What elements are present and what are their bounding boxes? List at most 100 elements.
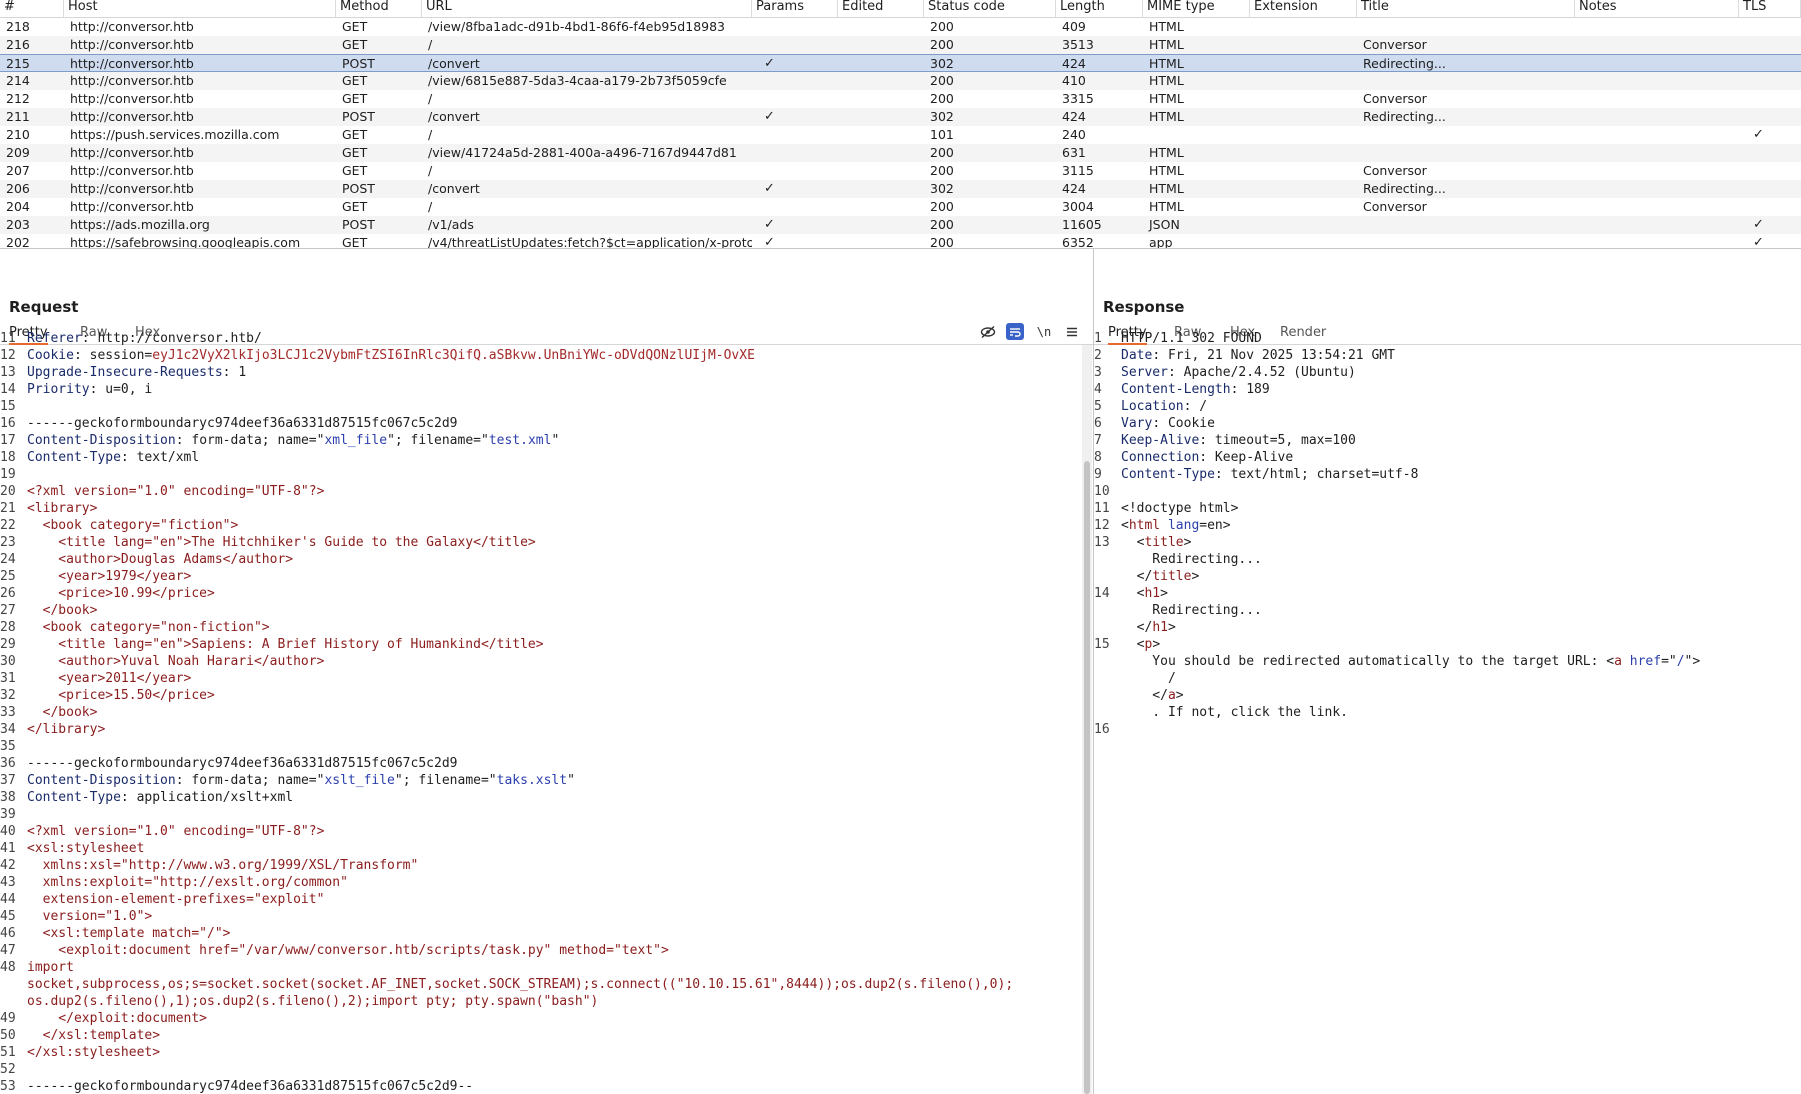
column-header-2[interactable]: Method xyxy=(336,0,422,17)
code-line: socket,subprocess,os;s=socket.socket(soc… xyxy=(27,976,1013,993)
code-token: Priority xyxy=(27,382,90,397)
line-number: 3 xyxy=(1094,365,1102,380)
table-row[interactable]: 216 http://conversor.htb GET / 200 3513 HTML Co… xyxy=(0,36,1801,54)
cell-method: GET xyxy=(342,235,368,249)
request-scrollbar-thumb[interactable] xyxy=(1084,461,1090,1094)
column-header-7[interactable]: Length xyxy=(1056,0,1143,17)
code-line: extension-element-prefixes="exploit" xyxy=(27,891,325,908)
line-number: 15 xyxy=(0,399,16,414)
cell-status: 302 xyxy=(930,56,954,71)
cell-mime: HTML xyxy=(1149,199,1184,214)
table-row[interactable]: 209 http://conversor.htb GET/view/41724a5d… xyxy=(0,144,1801,162)
column-header-4[interactable]: Params xyxy=(752,0,838,17)
cell-status: 200 xyxy=(930,19,954,34)
table-row[interactable]: 215 http://conversor.htb POST/convert ✓ 302 4… xyxy=(0,54,1801,72)
code-line: Referer: http://conversor.htb/ xyxy=(27,330,262,347)
cell-tls: ✓ xyxy=(1753,235,1764,249)
cell-status: 200 xyxy=(930,91,954,106)
line-number xyxy=(0,976,20,993)
code-token: <?xml version="1.0" encoding="UTF-8"?> xyxy=(27,484,325,499)
code-token: title xyxy=(1144,535,1184,550)
cell-mime: HTML xyxy=(1149,163,1184,178)
table-row[interactable]: 214 http://conversor.htb GET/view/6815e887… xyxy=(0,72,1801,90)
code-token: </ xyxy=(1121,620,1153,635)
code-token: title xyxy=(1152,569,1192,584)
code-line: Location: / xyxy=(1121,398,1207,415)
code-line: <xsl:stylesheet xyxy=(27,840,144,857)
cell-num: 216 xyxy=(6,37,30,52)
cell-num: 214 xyxy=(6,73,30,88)
code-line: <!doctype html> xyxy=(1121,500,1238,517)
code-line: <h1> xyxy=(1121,585,1168,602)
column-header-11[interactable]: Notes xyxy=(1575,0,1739,17)
line-number: 43 xyxy=(0,875,16,890)
cell-url: /v1/ads xyxy=(428,217,474,232)
line-number: 6 xyxy=(1094,416,1102,431)
code-token: =" xyxy=(1661,654,1677,669)
cell-host: http://conversor.htb xyxy=(70,145,194,160)
column-header-0[interactable]: # xyxy=(0,0,64,17)
column-header-9[interactable]: Extension xyxy=(1250,0,1357,17)
code-line: Content-Disposition: form-data; name="xm… xyxy=(27,432,559,449)
table-row[interactable]: 212 http://conversor.htb GET / 200 3315 HTML Co… xyxy=(0,90,1801,108)
column-header-3[interactable]: URL xyxy=(422,0,752,17)
code-token: <book category="non-fiction"> xyxy=(27,620,270,635)
cell-params xyxy=(758,18,844,36)
code-token: version="1.0"> xyxy=(27,909,153,924)
line-number: 16 xyxy=(1094,722,1110,737)
line-number xyxy=(1094,551,1114,568)
column-header-8[interactable]: MIME type xyxy=(1143,0,1250,17)
code-line: <book category="non-fiction"> xyxy=(27,619,270,636)
code-token: h1 xyxy=(1152,620,1168,635)
code-line: Redirecting... xyxy=(1121,551,1262,568)
code-token: <!doctype html> xyxy=(1121,501,1239,516)
table-row[interactable]: 203 https://ads.mozilla.org POST/v1/ads ✓ 20… xyxy=(0,216,1801,234)
cell-status: 200 xyxy=(930,37,954,52)
request-editor[interactable]: 11 Referer: http://conversor.htb/12 Cookie… xyxy=(0,324,1080,1094)
cell-title: Conversor xyxy=(1363,199,1427,214)
cell-mime: app xyxy=(1149,235,1173,249)
cell-params xyxy=(758,126,844,144)
table-row[interactable]: 210 https://push.services.mozilla.com GET /… xyxy=(0,126,1801,144)
cell-method: POST xyxy=(342,181,375,196)
code-line: ------geckoformboundaryc974deef36a6331d8… xyxy=(27,415,457,432)
cell-mime: HTML xyxy=(1149,181,1184,196)
table-row[interactable]: 218 http://conversor.htb GET/view/8fba1adc… xyxy=(0,18,1801,36)
line-number xyxy=(0,993,20,1010)
cell-length: 240 xyxy=(1062,127,1086,142)
line-number: 15 xyxy=(1094,637,1110,652)
table-row[interactable]: 211 http://conversor.htb POST/convert ✓ 302 4… xyxy=(0,108,1801,126)
code-line: <html lang=en> xyxy=(1121,517,1231,534)
request-scrollbar[interactable] xyxy=(1082,345,1092,1094)
code-token: xml_file xyxy=(324,433,388,448)
column-header-5[interactable]: Edited xyxy=(838,0,924,17)
line-number: 31 xyxy=(0,671,16,686)
column-header-10[interactable]: Title xyxy=(1357,0,1575,17)
code-line: <author>Douglas Adams</author> xyxy=(27,551,293,568)
cell-params xyxy=(758,144,844,162)
code-line: Content-Type: application/xslt+xml xyxy=(27,789,293,806)
table-row[interactable]: 204 http://conversor.htb GET / 200 3004 HTML Co… xyxy=(0,198,1801,216)
column-header-12[interactable]: TLS xyxy=(1739,0,1801,17)
line-number: 32 xyxy=(0,688,16,703)
column-header-1[interactable]: Host xyxy=(64,0,336,17)
cell-url: / xyxy=(428,199,433,214)
code-line: <library> xyxy=(27,500,97,517)
cell-host: https://ads.mozilla.org xyxy=(70,217,210,232)
column-header-6[interactable]: Status code xyxy=(924,0,1056,17)
cell-status: 101 xyxy=(930,127,954,142)
cell-num: 202 xyxy=(6,235,30,249)
cell-length: 11605 xyxy=(1062,217,1102,232)
code-token: ------geckoformboundaryc974deef36a6331d8… xyxy=(27,416,458,431)
code-line: <price>15.50</price> xyxy=(27,687,215,704)
code-token: ------geckoformboundaryc974deef36a6331d8… xyxy=(27,1079,474,1094)
line-number: 44 xyxy=(0,892,16,907)
table-row[interactable]: 206 http://conversor.htb POST/convert ✓ 302 4… xyxy=(0,180,1801,198)
table-row[interactable]: 207 http://conversor.htb GET / 200 3115 HTML Co… xyxy=(0,162,1801,180)
table-row[interactable]: 202 https://safebrowsing.googleapis.com GE… xyxy=(0,234,1801,249)
response-editor[interactable]: 1 HTTP/1.1 302 FOUND 2 Date: Fri, 21 Nov 20… xyxy=(1094,324,1801,1094)
line-number: 8 xyxy=(1094,450,1102,465)
line-number: 7 xyxy=(1094,433,1102,448)
cell-status: 302 xyxy=(930,109,954,124)
code-line: HTTP/1.1 302 FOUND xyxy=(1121,330,1262,347)
